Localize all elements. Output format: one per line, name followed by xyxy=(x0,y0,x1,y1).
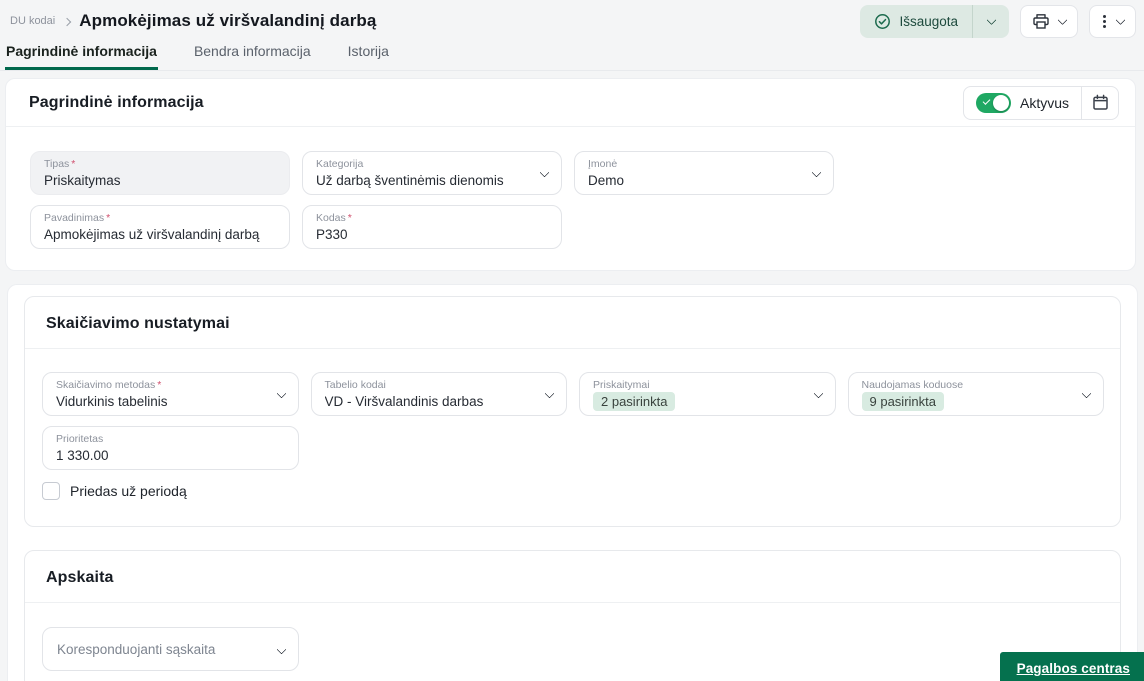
kodas-input[interactable]: Kodas * P330 xyxy=(302,205,562,249)
naudojamas-koduose-label: Naudojamas koduose xyxy=(861,379,964,391)
pavadinimas-label: Pavadinimas xyxy=(44,212,105,224)
koresponduojanti-saskaita-select[interactable]: Koresponduojanti sąskaita xyxy=(42,627,299,671)
page-title: Apmokėjimas už viršvalandinį darbą xyxy=(79,11,377,30)
kebab-icon xyxy=(1101,14,1108,28)
toggle-on-icon[interactable] xyxy=(975,92,1011,113)
more-options-button[interactable] xyxy=(1089,4,1136,38)
calendar-button[interactable] xyxy=(1081,86,1118,119)
general-info-title: Pagrindinė informacija xyxy=(29,93,204,111)
active-toggle-group: Aktyvus xyxy=(962,85,1119,120)
chevron-down-icon xyxy=(811,167,822,178)
prioritetas-label: Prioritetas xyxy=(56,433,104,445)
general-info-card: Pagrindinė informacija Aktyvus Tipas * Pr… xyxy=(5,78,1136,271)
priskaitymai-select[interactable]: Priskaitymai 2 pasirinkta xyxy=(579,372,836,416)
required-marker: * xyxy=(347,212,352,224)
naudojamas-koduose-select[interactable]: Naudojamas koduose 9 pasirinkta xyxy=(847,372,1104,416)
general-info-body: Tipas * Priskaitymas Kategorija Už darbą … xyxy=(6,127,1135,270)
tipas-value: Priskaitymas xyxy=(44,173,121,188)
prioritetas-input[interactable]: Prioritetas 1 330.00 xyxy=(42,426,299,470)
kategorija-value: Už darbą šventinėmis dienomis xyxy=(316,173,504,188)
tab-istorija[interactable]: Istorija xyxy=(347,40,390,70)
priskaitymai-count-badge: 2 pasirinkta xyxy=(593,392,676,411)
required-marker: * xyxy=(157,379,162,391)
calculation-settings-card: Skaičiavimo nustatymai Skaičiavimo metod… xyxy=(24,296,1121,527)
breadcrumb-chevron-icon xyxy=(63,17,72,26)
accounting-body: Koresponduojanti sąskaita xyxy=(25,603,1120,681)
chevron-down-icon xyxy=(539,167,550,178)
accounting-title: Apskaita xyxy=(46,569,114,586)
chevron-down-icon xyxy=(813,388,823,399)
saved-button[interactable]: Išsaugota xyxy=(860,5,972,38)
calculation-settings-title: Skaičiavimo nustatymai xyxy=(46,315,230,332)
imone-value: Demo xyxy=(588,173,625,188)
chevron-down-icon xyxy=(276,388,286,399)
kodas-label: Kodas xyxy=(316,212,346,224)
priedas-checkbox-label: Priedas už periodą xyxy=(70,483,187,499)
priedas-checkbox-row: Priedas už periodą xyxy=(42,482,1104,500)
calculation-settings-body: Skaičiavimo metodas * Vidurkinis tabelini… xyxy=(25,349,1120,526)
saved-dropdown-button[interactable] xyxy=(972,4,1009,38)
imone-label: Įmonė xyxy=(588,158,618,170)
breadcrumb: DU kodai Apmokėjimas už viršvalandinį da… xyxy=(10,11,376,31)
tabelio-kodai-value: VD - Viršvalandinis darbas xyxy=(324,394,484,409)
help-center-button[interactable]: Pagalbos centras xyxy=(999,652,1144,681)
required-marker: * xyxy=(106,212,111,224)
check-circle-icon xyxy=(875,13,891,29)
calendar-icon xyxy=(1092,94,1108,110)
chevron-down-icon xyxy=(1115,14,1126,25)
active-toggle-label: Aktyvus xyxy=(1019,94,1069,111)
tabelio-kodai-label: Tabelio kodai xyxy=(324,379,386,391)
top-actions: Išsaugota xyxy=(860,4,1136,38)
kategorija-select[interactable]: Kategorija Už darbą šventinėmis dienomis xyxy=(302,151,562,195)
tabelio-kodai-select[interactable]: Tabelio kodai VD - Viršvalandinis darbas xyxy=(310,372,567,416)
chevron-down-icon xyxy=(1081,388,1092,399)
priskaitymai-label: Priskaitymai xyxy=(593,379,650,391)
priedas-checkbox[interactable] xyxy=(42,482,60,500)
accounting-card: Apskaita Koresponduojanti sąskaita xyxy=(24,550,1121,681)
koresponduojanti-saskaita-placeholder: Koresponduojanti sąskaita xyxy=(57,641,216,657)
print-button[interactable] xyxy=(1020,4,1078,38)
imone-select[interactable]: Įmonė Demo xyxy=(574,151,834,195)
required-marker: * xyxy=(71,158,76,170)
tipas-field: Tipas * Priskaitymas xyxy=(30,151,290,195)
tab-pagrindine-informacija[interactable]: Pagrindinė informacija xyxy=(5,40,158,70)
printer-icon xyxy=(1033,13,1049,29)
top-bar: DU kodai Apmokėjimas už viršvalandinį da… xyxy=(0,0,1144,40)
general-info-header: Pagrindinė informacija Aktyvus xyxy=(6,79,1135,127)
saved-split-button[interactable]: Išsaugota xyxy=(860,4,1009,38)
settings-wrapper: Skaičiavimo nustatymai Skaičiavimo metod… xyxy=(7,284,1138,681)
prioritetas-value: 1 330.00 xyxy=(56,448,109,463)
tipas-label: Tipas xyxy=(44,158,70,170)
chevron-down-icon xyxy=(276,644,287,655)
pavadinimas-input[interactable]: Pavadinimas * Apmokėjimas už viršvalandin… xyxy=(30,205,290,249)
kodas-value: P330 xyxy=(316,227,348,242)
accounting-header: Apskaita xyxy=(25,551,1120,603)
chevron-down-icon xyxy=(544,388,555,399)
skaiciavimo-metodas-value: Vidurkinis tabelinis xyxy=(56,394,168,409)
skaiciavimo-metodas-label: Skaičiavimo metodas xyxy=(56,379,156,391)
tab-strip: Pagrindinė informacija Bendra informacij… xyxy=(0,40,1144,71)
pavadinimas-value: Apmokėjimas už viršvalandinį darbą xyxy=(44,227,260,242)
tab-bendra-informacija[interactable]: Bendra informacija xyxy=(193,40,312,70)
skaiciavimo-metodas-select[interactable]: Skaičiavimo metodas * Vidurkinis tabelini… xyxy=(42,372,299,416)
active-toggle[interactable]: Aktyvus xyxy=(964,87,1081,119)
chevron-down-icon xyxy=(1057,14,1068,25)
calculation-settings-header: Skaičiavimo nustatymai xyxy=(25,297,1120,349)
saved-button-label: Išsaugota xyxy=(899,13,958,29)
chevron-down-icon xyxy=(986,14,996,25)
breadcrumb-root-link[interactable]: DU kodai xyxy=(10,15,55,27)
kategorija-label: Kategorija xyxy=(316,158,364,170)
naudojamas-koduose-count-badge: 9 pasirinkta xyxy=(861,392,944,411)
